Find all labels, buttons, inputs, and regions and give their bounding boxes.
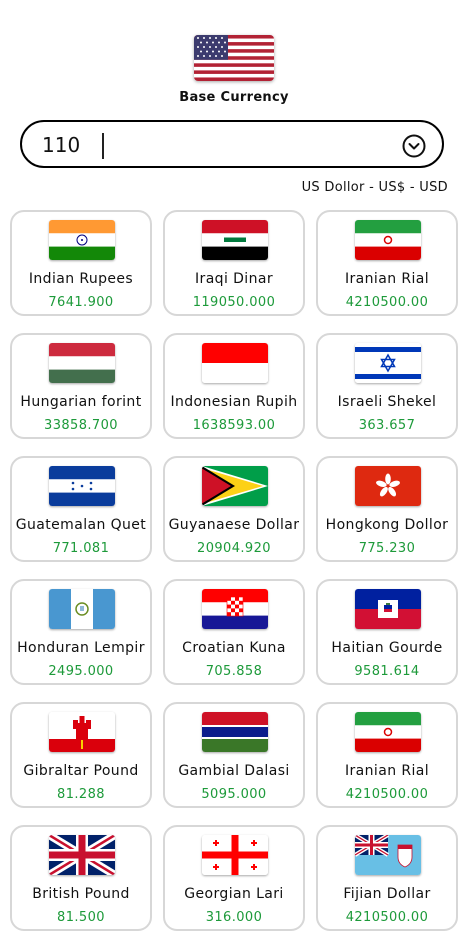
us-flag-icon bbox=[194, 35, 274, 81]
currency-card[interactable]: Hungarian forint 33858.700 bbox=[10, 333, 152, 439]
iran-flag-icon bbox=[355, 712, 421, 752]
currency-card[interactable]: Iranian Rial 4210500.00 bbox=[316, 702, 458, 808]
indonesia-flag-icon bbox=[202, 343, 268, 383]
currency-card[interactable]: Iranian Rial 4210500.00 bbox=[316, 210, 458, 316]
currency-card[interactable]: Gibraltar Pound 81.288 bbox=[10, 702, 152, 808]
base-currency-name: US Dollor - US$ - USD bbox=[301, 180, 448, 195]
currency-value: 20904.920 bbox=[197, 541, 271, 556]
amount-field[interactable] bbox=[20, 120, 444, 168]
israel-flag-icon bbox=[355, 343, 421, 383]
currency-value: 363.657 bbox=[358, 418, 416, 433]
currency-card[interactable]: Haitian Gourde 9581.614 bbox=[316, 579, 458, 685]
currency-name: Fijian Dollar bbox=[343, 886, 431, 902]
text-cursor bbox=[102, 133, 104, 159]
currency-card[interactable]: Indian Rupees 7641.900 bbox=[10, 210, 152, 316]
hungary-flag-icon bbox=[49, 343, 115, 383]
currency-name: Guatemalan Quet bbox=[15, 517, 147, 533]
currency-card[interactable]: Guyanaese Dollar 20904.920 bbox=[163, 456, 305, 562]
currency-card[interactable]: Hongkong Dollor 775.230 bbox=[316, 456, 458, 562]
haiti-flag-icon bbox=[355, 589, 421, 629]
iran-flag-icon bbox=[355, 220, 421, 260]
base-currency-label: Base Currency bbox=[179, 90, 289, 105]
currency-value: 4210500.00 bbox=[345, 295, 429, 310]
currency-card[interactable]: Georgian Lari 316.000 bbox=[163, 825, 305, 931]
currency-name: Haitian Gourde bbox=[331, 640, 443, 656]
currency-name: Iranian Rial bbox=[344, 763, 429, 779]
guyana-flag-icon bbox=[202, 466, 268, 506]
amount-input[interactable] bbox=[42, 132, 372, 158]
honduras-flag-icon bbox=[49, 466, 115, 506]
currency-name: British Pound bbox=[32, 886, 130, 902]
chevron-down-circle-icon[interactable] bbox=[402, 134, 426, 158]
currency-value: 33858.700 bbox=[44, 418, 118, 433]
currency-card[interactable]: British Pound 81.500 bbox=[10, 825, 152, 931]
currency-card[interactable]: Iraqi Dinar 119050.000 bbox=[163, 210, 305, 316]
fiji-flag-icon bbox=[355, 835, 421, 875]
hong-kong-flag-icon bbox=[355, 466, 421, 506]
currency-card[interactable]: Israeli Shekel 363.657 bbox=[316, 333, 458, 439]
currency-name: Iraqi Dinar bbox=[195, 271, 273, 287]
currency-value: 1638593.00 bbox=[192, 418, 276, 433]
iraq-flag-icon bbox=[202, 220, 268, 260]
currency-value: 771.081 bbox=[52, 541, 110, 556]
currency-card[interactable]: Honduran Lempir 2495.000 bbox=[10, 579, 152, 685]
currency-value: 81.500 bbox=[57, 910, 105, 925]
currency-value: 775.230 bbox=[358, 541, 416, 556]
currency-name: Indian Rupees bbox=[28, 271, 134, 287]
currency-card[interactable]: Indonesian Rupih 1638593.00 bbox=[163, 333, 305, 439]
currency-value: 316.000 bbox=[205, 910, 263, 925]
currency-card[interactable]: Fijian Dollar 4210500.00 bbox=[316, 825, 458, 931]
georgia-flag-icon bbox=[202, 835, 268, 875]
currency-name: Honduran Lempir bbox=[17, 640, 145, 656]
guatemala-flag-icon bbox=[49, 589, 115, 629]
currency-value: 705.858 bbox=[205, 664, 263, 679]
currency-card[interactable]: Gambial Dalasi 5095.000 bbox=[163, 702, 305, 808]
currency-name: Gambial Dalasi bbox=[178, 763, 290, 779]
currency-value: 5095.000 bbox=[201, 787, 267, 802]
india-flag-icon bbox=[49, 220, 115, 260]
currency-value: 2495.000 bbox=[48, 664, 114, 679]
currency-name: Hungarian forint bbox=[20, 394, 142, 410]
croatia-flag-icon bbox=[202, 589, 268, 629]
currency-name: Gibraltar Pound bbox=[23, 763, 139, 779]
currency-name: Indonesian Rupih bbox=[170, 394, 298, 410]
currency-value: 119050.000 bbox=[192, 295, 276, 310]
currency-card[interactable]: Guatemalan Quet 771.081 bbox=[10, 456, 152, 562]
gambia-flag-icon bbox=[202, 712, 268, 752]
currency-name: Hongkong Dollor bbox=[325, 517, 449, 533]
currency-value: 9581.614 bbox=[354, 664, 420, 679]
currency-name: Croatian Kuna bbox=[182, 640, 286, 656]
currency-name: Georgian Lari bbox=[184, 886, 284, 902]
currency-card[interactable]: Croatian Kuna 705.858 bbox=[163, 579, 305, 685]
currency-value: 81.288 bbox=[57, 787, 105, 802]
currency-name: Guyanaese Dollar bbox=[168, 517, 300, 533]
currency-value: 4210500.00 bbox=[345, 787, 429, 802]
currency-value: 4210500.00 bbox=[345, 910, 429, 925]
currency-name: Israeli Shekel bbox=[337, 394, 437, 410]
currency-name: Iranian Rial bbox=[344, 271, 429, 287]
currency-value: 7641.900 bbox=[48, 295, 114, 310]
gibraltar-flag-icon bbox=[49, 712, 115, 752]
uk-flag-icon bbox=[49, 835, 115, 875]
